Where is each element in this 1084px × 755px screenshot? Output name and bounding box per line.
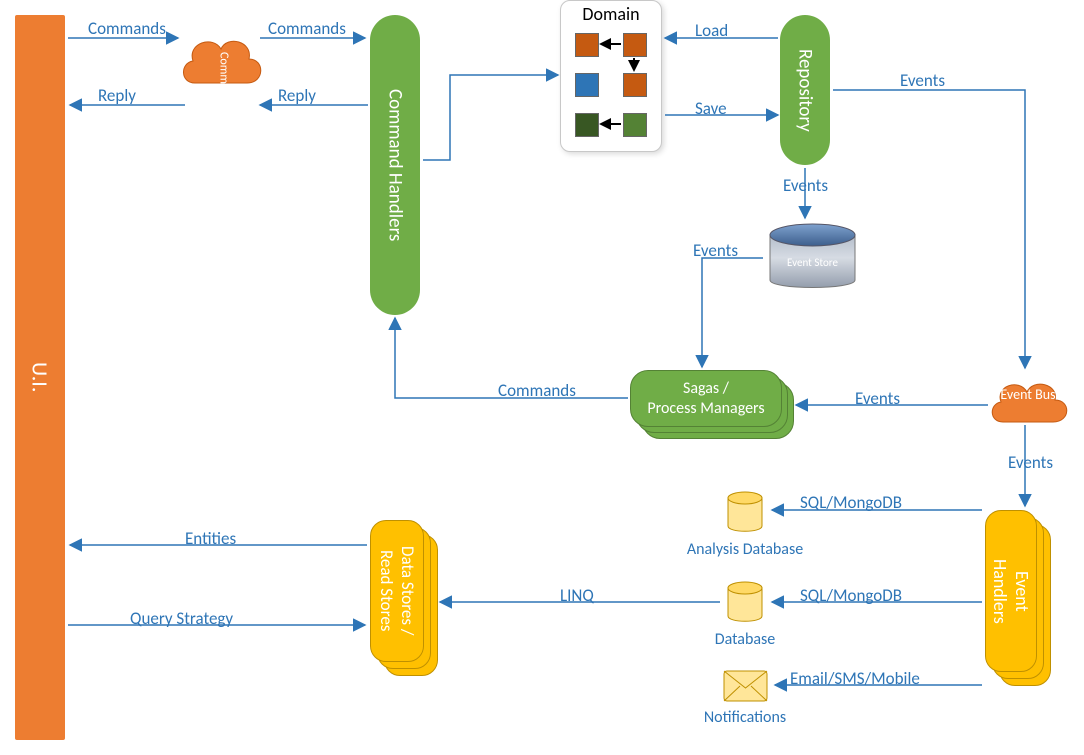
node-event-handlers: Event Handlers	[985, 510, 1055, 690]
edge-email: Email/SMS/Mobile	[790, 668, 920, 689]
node-event-bus-label: Event Bus	[998, 387, 1058, 402]
node-domain: Domain	[560, 0, 662, 152]
edge-query-strategy: Query Strategy	[130, 608, 233, 629]
node-event-bus	[985, 370, 1070, 440]
node-event-handlers-label: Event Handlers	[989, 559, 1033, 624]
edge-events-store-out: Events	[693, 240, 738, 261]
edge-sql2: SQL/MongoDB	[800, 585, 902, 606]
node-notifications	[723, 670, 768, 702]
edge-entities: Entities	[185, 528, 236, 549]
small-cylinder-icon	[725, 580, 765, 625]
domain-arrows	[561, 25, 661, 145]
edge-events-bus-down: Events	[1008, 452, 1053, 473]
edge-sql1: SQL/MongoDB	[800, 492, 902, 513]
edge-events-repo-down: Events	[783, 175, 828, 196]
diagram-canvas: U.I. Command Bus Command Handlers Domain	[0, 0, 1084, 755]
edge-reply-1: Reply	[98, 85, 136, 106]
edge-reply-2: Reply	[278, 85, 316, 106]
node-sagas: Sagas / Process Managers	[630, 370, 790, 440]
edge-load: Load	[695, 20, 728, 41]
node-data-stores-label: Data Stores / Read Stores	[376, 546, 418, 635]
node-ui: U.I.	[15, 15, 65, 740]
node-command-bus-label: Command Bus	[188, 52, 258, 127]
edge-commands-sagas: Commands	[498, 380, 576, 401]
node-ui-label: U.I.	[27, 362, 54, 392]
node-sagas-label: Sagas / Process Managers	[647, 379, 764, 417]
arrows-overlay	[0, 0, 1084, 755]
small-cylinder-icon	[725, 490, 765, 535]
edge-commands-2: Commands	[268, 18, 346, 39]
node-analysis-db-label: Analysis Database	[680, 540, 810, 559]
node-database	[725, 580, 765, 625]
edge-events-bus-sagas: Events	[855, 388, 900, 409]
node-event-store-label: Event Store	[787, 256, 838, 269]
envelope-icon	[723, 670, 768, 702]
node-data-stores: Data Stores / Read Stores	[370, 520, 440, 675]
node-command-handlers-label: Command Handlers	[384, 89, 407, 241]
node-notifications-label: Notifications	[695, 708, 795, 727]
node-analysis-db	[725, 490, 765, 535]
domain-grid	[561, 25, 661, 145]
node-event-store: Event Store	[765, 220, 860, 295]
edge-save: Save	[695, 98, 727, 119]
cloud-icon	[985, 370, 1070, 440]
node-domain-title: Domain	[561, 1, 661, 25]
node-database-label: Database	[705, 630, 785, 649]
node-command-handlers: Command Handlers	[370, 15, 420, 315]
cylinder-icon: Event Store	[765, 220, 860, 295]
edge-linq: LINQ	[560, 585, 594, 606]
node-repository-label: Repository	[794, 49, 817, 132]
edge-commands-1: Commands	[88, 18, 166, 39]
edge-events-repo-out: Events	[900, 70, 945, 91]
node-repository: Repository	[780, 15, 830, 165]
